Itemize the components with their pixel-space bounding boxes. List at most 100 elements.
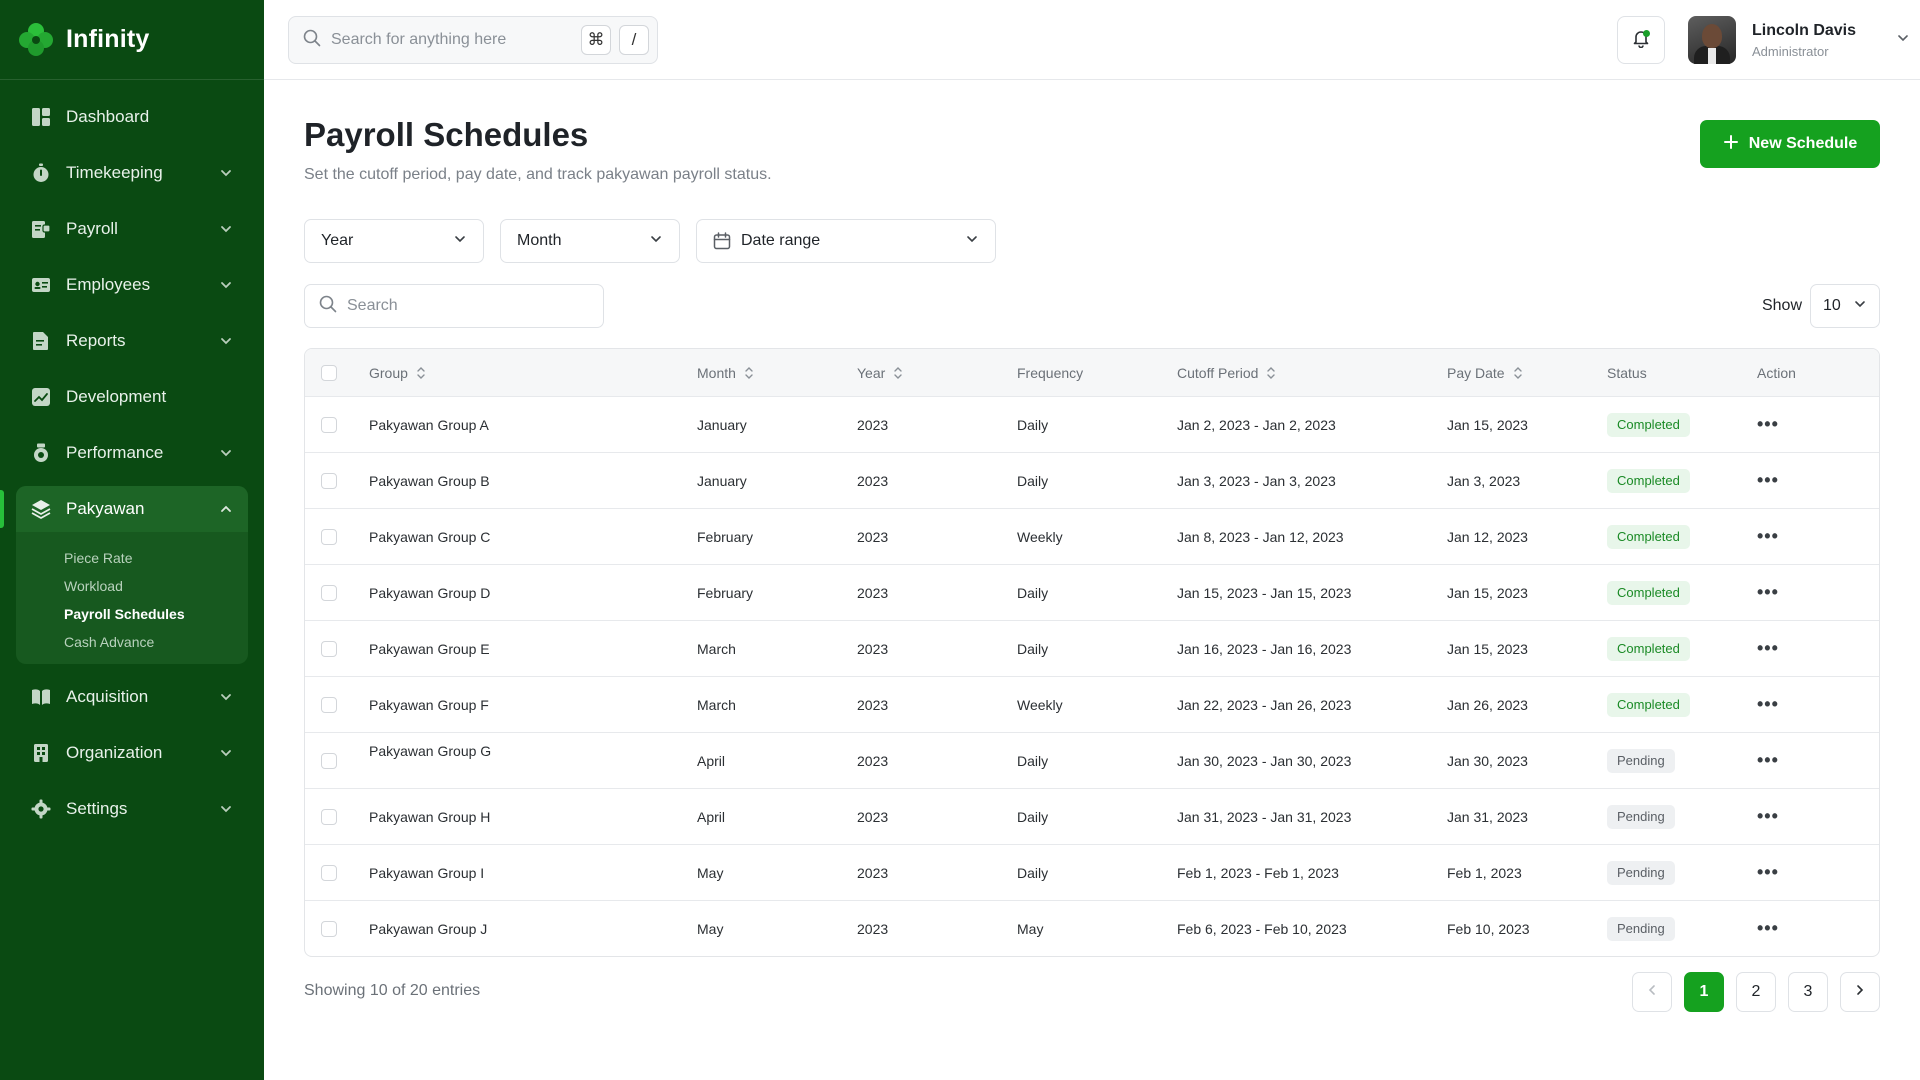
sidebar-item-development[interactable]: Development [16, 374, 248, 420]
brand[interactable]: Infinity [0, 0, 264, 80]
submenu-item-payroll-schedules[interactable]: Payroll Schedules [64, 600, 248, 628]
sort-icon [893, 366, 903, 380]
sidebar-item-reports[interactable]: Reports [16, 318, 248, 364]
cell-month: May [697, 920, 724, 937]
notifications-button[interactable] [1617, 16, 1665, 64]
month-select[interactable]: Month [500, 219, 680, 263]
more-actions-icon[interactable]: ••• [1757, 470, 1779, 491]
more-actions-icon[interactable]: ••• [1757, 414, 1779, 435]
chevron-right-icon [1853, 983, 1867, 1002]
row-checkbox[interactable] [321, 752, 337, 769]
more-actions-icon[interactable]: ••• [1757, 750, 1779, 771]
year-select[interactable]: Year [304, 219, 484, 263]
sidebar-item-label: Timekeeping [66, 163, 163, 182]
page-button-1[interactable]: 1 [1684, 972, 1724, 1012]
more-actions-icon[interactable]: ••• [1757, 806, 1779, 827]
sidebar-item-acquisition[interactable]: Acquisition [16, 674, 248, 720]
filter-bar: Year Month Date range [304, 219, 996, 263]
column-header-label: Pay Date [1447, 364, 1505, 381]
more-actions-icon[interactable]: ••• [1757, 638, 1779, 659]
cell-pay-date: Jan 26, 2023 [1447, 696, 1528, 713]
brand-name: Infinity [66, 25, 150, 53]
page-button-2[interactable]: 2 [1736, 972, 1776, 1012]
sidebar-item-dashboard[interactable]: Dashboard [16, 94, 248, 140]
column-header-year[interactable]: Year [857, 349, 1017, 396]
row-checkbox[interactable] [321, 472, 337, 489]
submenu-item-workload[interactable]: Workload [64, 572, 248, 600]
building-icon [30, 742, 52, 764]
sidebar-item-pakyawan[interactable]: Pakyawan [0, 486, 248, 532]
chevron-down-icon [218, 445, 234, 461]
date-range-select[interactable]: Date range [696, 219, 996, 263]
more-actions-icon[interactable]: ••• [1757, 694, 1779, 715]
table-row: Pakyawan Group I May 2023 Daily Feb 1, 2… [305, 844, 1879, 900]
cell-pay-date: Jan 15, 2023 [1447, 640, 1528, 657]
global-search-placeholder: Search for anything here [331, 31, 507, 48]
next-page-button[interactable] [1840, 972, 1880, 1012]
sidebar-item-employees[interactable]: Employees [16, 262, 248, 308]
row-checkbox[interactable] [321, 416, 337, 433]
more-actions-icon[interactable]: ••• [1757, 526, 1779, 547]
submenu-item-piece-rate[interactable]: Piece Rate [64, 544, 248, 572]
calendar-icon [713, 232, 731, 250]
column-header-pay-date[interactable]: Pay Date [1447, 349, 1607, 396]
cell-pay-date: Jan 31, 2023 [1447, 808, 1528, 825]
cell-year: 2023 [857, 920, 889, 937]
table-search-input[interactable]: Search [304, 284, 604, 328]
cell-pay-date: Jan 15, 2023 [1447, 416, 1528, 433]
row-checkbox[interactable] [321, 696, 337, 713]
page-size-select[interactable]: 10 [1810, 284, 1880, 328]
row-checkbox[interactable] [321, 864, 337, 881]
cell-month: February [697, 528, 754, 545]
row-checkbox[interactable] [321, 640, 337, 657]
sidebar-item-performance[interactable]: Performance [16, 430, 248, 476]
row-checkbox[interactable] [321, 920, 337, 937]
column-header-label: Cutoff Period [1177, 364, 1259, 381]
cell-year: 2023 [857, 752, 889, 769]
report-icon [30, 330, 52, 352]
cell-cutoff: Jan 2, 2023 - Jan 2, 2023 [1177, 416, 1336, 433]
row-checkbox[interactable] [321, 808, 337, 825]
more-actions-icon[interactable]: ••• [1757, 918, 1779, 939]
cell-month: January [697, 416, 747, 433]
new-schedule-button[interactable]: New Schedule [1700, 120, 1880, 168]
column-header-month[interactable]: Month [697, 349, 857, 396]
search-icon [303, 29, 321, 52]
cell-cutoff: Jan 8, 2023 - Jan 12, 2023 [1177, 528, 1344, 545]
global-search-input[interactable]: Search for anything here ⌘ / [288, 16, 658, 64]
sidebar-item-organization[interactable]: Organization [16, 730, 248, 776]
sidebar-item-payroll[interactable]: Payroll [16, 206, 248, 252]
cell-cutoff: Jan 16, 2023 - Jan 16, 2023 [1177, 640, 1352, 657]
column-header-label: Frequency [1017, 364, 1084, 381]
submenu-item-cash-advance[interactable]: Cash Advance [64, 628, 248, 656]
sidebar-item-timekeeping[interactable]: Timekeeping [16, 150, 248, 196]
cell-month: March [697, 696, 736, 713]
status-badge: Pending [1607, 860, 1675, 885]
select-all-checkbox[interactable] [321, 364, 337, 381]
prev-page-button[interactable] [1632, 972, 1672, 1012]
page-button-3[interactable]: 3 [1788, 972, 1828, 1012]
payroll-schedules-table: Group Month Year Frequency Cutoff Period… [304, 348, 1880, 957]
sidebar-item-label: Performance [66, 443, 164, 462]
status-badge: Pending [1607, 748, 1675, 773]
pakyawan-submenu: Piece Rate Workload Payroll Schedules Ca… [16, 532, 248, 656]
sidebar-item-settings[interactable]: Settings [16, 786, 248, 832]
new-schedule-label: New Schedule [1748, 135, 1858, 152]
more-actions-icon[interactable]: ••• [1757, 862, 1779, 883]
page-size-value: 10 [1823, 297, 1841, 314]
user-menu[interactable]: Lincoln Davis Administrator [1688, 16, 1910, 64]
table-row: Pakyawan Group J May 2023 May Feb 6, 202… [305, 900, 1879, 956]
column-header-status: Status [1607, 349, 1757, 396]
cell-month: May [697, 864, 724, 881]
cell-year: 2023 [857, 808, 889, 825]
cell-group: Pakyawan Group F [369, 696, 489, 713]
row-checkbox[interactable] [321, 528, 337, 545]
pagination: 1 2 3 [1632, 972, 1880, 1012]
column-header-cutoff[interactable]: Cutoff Period [1177, 349, 1447, 396]
table-row: Pakyawan Group B January 2023 Daily Jan … [305, 452, 1879, 508]
column-header-group[interactable]: Group [369, 349, 697, 396]
row-checkbox[interactable] [321, 584, 337, 601]
cell-frequency: Daily [1017, 640, 1049, 657]
sidebar-item-label: Acquisition [66, 687, 149, 706]
more-actions-icon[interactable]: ••• [1757, 582, 1779, 603]
